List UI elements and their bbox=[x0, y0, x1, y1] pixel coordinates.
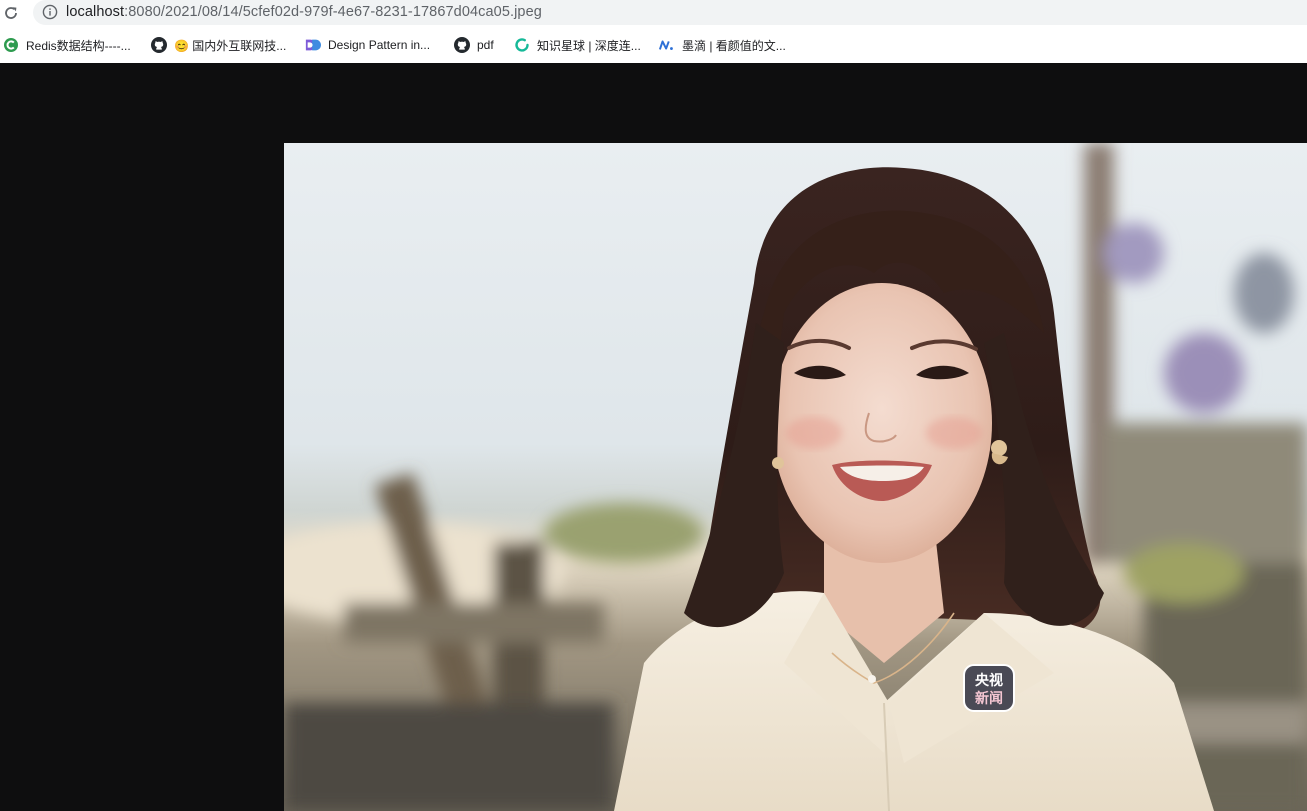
bookmark-design-pattern[interactable]: Design Pattern in... bbox=[305, 34, 430, 56]
bookmark-label: 😊 国内外互联网技... bbox=[174, 38, 287, 53]
site-info-icon[interactable] bbox=[42, 4, 58, 20]
bookmark-tech-articles[interactable]: 😊 国内外互联网技... bbox=[151, 34, 286, 56]
bookmark-zsxq[interactable]: 知识星球 | 深度连... bbox=[514, 34, 641, 56]
address-bar[interactable]: localhost:8080/2021/08/14/5cfef02d-979f-… bbox=[33, 0, 1307, 25]
bookmark-label: 墨滴 | 看颜值的文... bbox=[682, 38, 786, 53]
bookmark-label: pdf bbox=[477, 38, 494, 52]
bookmark-label: Redis数据结构----... bbox=[26, 38, 131, 53]
image-viewer: 央视 新闻 bbox=[0, 63, 1307, 811]
badge-line2: 新闻 bbox=[975, 690, 1003, 707]
bookmark-label: 知识星球 | 深度连... bbox=[537, 38, 641, 53]
bookmark-label: Design Pattern in... bbox=[328, 38, 431, 52]
zsxq-icon bbox=[514, 37, 530, 53]
cctv-news-badge: 央视 新闻 bbox=[963, 664, 1015, 712]
bookmark-mdnice[interactable]: 墨滴 | 看颜值的文... bbox=[659, 34, 786, 56]
bookmark-redis[interactable]: Redis数据结构----... bbox=[3, 34, 131, 56]
url-host: localhost bbox=[66, 4, 125, 20]
url-path: :8080/2021/08/14/5cfef02d-979f-4e67-8231… bbox=[124, 4, 542, 20]
badge-line1: 央视 bbox=[975, 672, 1003, 689]
github-icon bbox=[454, 37, 470, 53]
address-row: localhost:8080/2021/08/14/5cfef02d-979f-… bbox=[0, 0, 1307, 27]
bookmarks-bar: Redis数据结构----... 😊 国内外互联网技... Design Pat… bbox=[0, 30, 1307, 60]
browser-chrome: localhost:8080/2021/08/14/5cfef02d-979f-… bbox=[0, 0, 1307, 63]
refactoring-guru-icon bbox=[305, 37, 321, 53]
mdnice-icon bbox=[659, 37, 675, 53]
reload-icon[interactable] bbox=[2, 4, 20, 22]
displayed-photo[interactable]: 央视 新闻 bbox=[284, 143, 1307, 811]
c-logo-icon bbox=[3, 37, 19, 53]
bookmark-pdf[interactable]: pdf bbox=[454, 34, 494, 56]
github-icon bbox=[151, 37, 167, 53]
url-text[interactable]: localhost:8080/2021/08/14/5cfef02d-979f-… bbox=[66, 4, 542, 20]
portrait-photo: 央视 新闻 bbox=[284, 143, 1307, 811]
